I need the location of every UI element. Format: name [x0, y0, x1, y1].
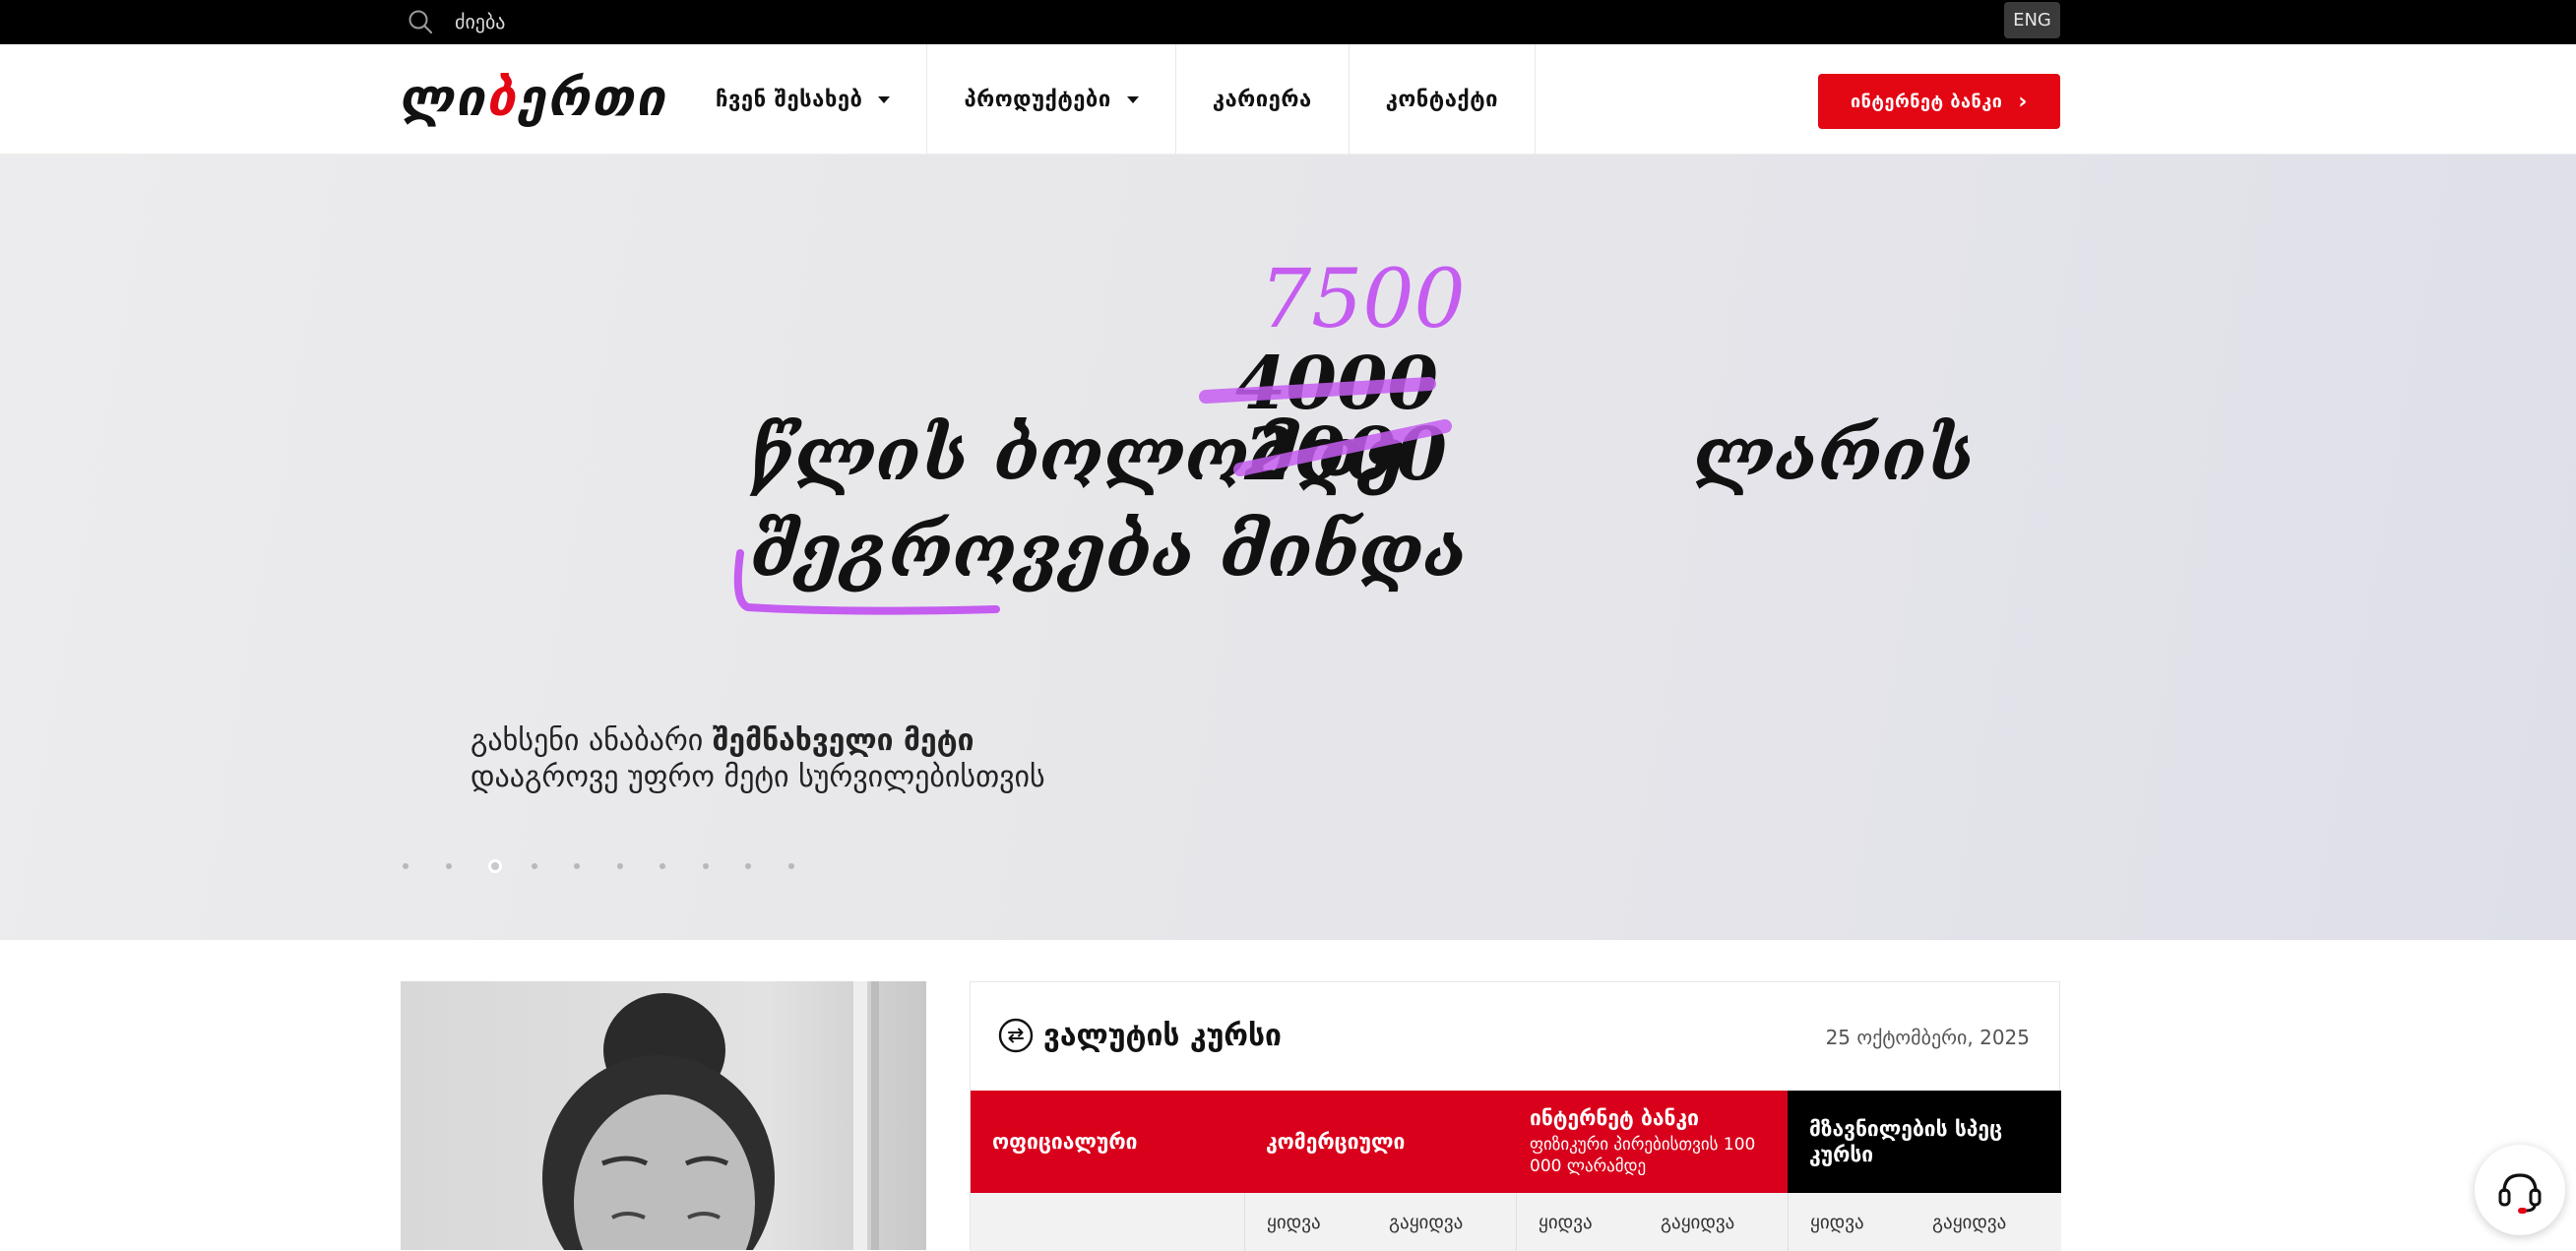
slider-dot[interactable]: [574, 859, 617, 873]
slider-dot[interactable]: [488, 859, 532, 873]
strike-stroke-2: [1233, 419, 1452, 476]
slider-dot-marker: [403, 863, 408, 869]
internet-bank-button[interactable]: ინტერნეტ ბანკი ›: [1818, 74, 2060, 129]
rates-col-title: ინტერნეტ ბანკი: [1530, 1106, 1699, 1130]
language-switch-button[interactable]: ENG: [2004, 2, 2060, 38]
person-photo-image: [401, 981, 926, 1250]
hero-subtitle-regular: გახსენი ანაბარი: [471, 723, 713, 758]
strike-stroke-1: [1199, 377, 1436, 404]
rates-col-title: მზავნილების სპეც კურსი: [1809, 1117, 2003, 1166]
slider-dot-marker: [616, 863, 623, 869]
slider-dot[interactable]: [787, 859, 832, 873]
rates-title: ვალუტის კურსი: [998, 1018, 1282, 1053]
rates-subheader-commercial: ყიდვა გაყიდვა: [1244, 1193, 1516, 1251]
nav-item-label: კარიერა: [1212, 87, 1312, 112]
chevron-down-icon: [878, 95, 891, 103]
exchange-icon: [998, 1018, 1034, 1053]
slider-dot-marker: [745, 863, 751, 869]
slider-dot[interactable]: [702, 859, 746, 873]
nav-item-label: კონტაქტი: [1385, 87, 1498, 112]
slider-pagination: [403, 859, 831, 873]
rates-col-title: კომერციული: [1266, 1130, 1406, 1154]
main-nav: ჩვენ შესახებ პროდუქტები კარიერა კონტაქტი: [679, 44, 1536, 155]
sell-label: გაყიდვა: [1932, 1211, 2007, 1233]
site-logo[interactable]: ლი ბ ერთი: [399, 69, 667, 128]
hero-highlight-strokes: [733, 377, 1452, 615]
hero-subtitle-line1: გახსენი ანაბარი შემნახველი მეტი: [471, 723, 974, 758]
logo-text-accent: ბ: [486, 69, 518, 128]
rates-col-official[interactable]: ოფიციალური: [971, 1091, 1244, 1193]
rates-col-subtitle: ფიზიკური პირებისთვის 100 000 ლარამდე: [1530, 1135, 1756, 1176]
nav-item-about[interactable]: ჩვენ შესახებ: [679, 44, 928, 155]
logo-text-end: ერთი: [517, 69, 667, 128]
hero-subtitle-bold: შემნახველი მეტი: [712, 723, 974, 758]
rates-table-header: ოფიციალური კომერციული ინტერნეტ ბანკი ფიზ…: [971, 1091, 2061, 1193]
nav-item-label: ჩვენ შესახებ: [716, 87, 863, 112]
chevron-right-icon: ›: [2018, 89, 2028, 114]
rates-subheader-empty: [971, 1193, 1244, 1251]
buy-label: ყიდვა: [1267, 1211, 1321, 1233]
rates-date: 25 ოქტომბერი, 2025: [1825, 1026, 2030, 1049]
headset-icon: [2498, 1173, 2542, 1214]
sell-label: გაყიდვა: [1389, 1211, 1464, 1233]
support-chat-button[interactable]: [2475, 1145, 2565, 1235]
slider-dot-marker: [488, 859, 502, 873]
rates-subheader-special: ყიდვა გაყიდვა: [1788, 1193, 2061, 1251]
rates-table-subheader: ყიდვა გაყიდვა ყიდვა გაყიდვა ყიდვა გაყიდვა: [971, 1193, 2061, 1251]
chevron-down-icon: [1126, 95, 1139, 103]
underline-stroke: [733, 549, 1000, 615]
exchange-rates-card: ვალუტის კურსი 25 ოქტომბერი, 2025 ოფიციალ…: [970, 981, 2061, 1251]
slider-dot[interactable]: [531, 859, 575, 873]
slider-dot[interactable]: [660, 859, 703, 873]
slider-dot[interactable]: [403, 859, 446, 873]
rates-subheader-internet-bank: ყიდვა გაყიდვა: [1516, 1193, 1788, 1251]
hero-banner[interactable]: 7500 4000 წლის ბოლომდე ლარის 2000 შეგროვ…: [0, 155, 2576, 940]
rates-col-special[interactable]: მზავნილების სპეც კურსი: [1788, 1091, 2061, 1193]
rates-col-commercial[interactable]: კომერციული: [1244, 1091, 1516, 1193]
nav-item-career[interactable]: კარიერა: [1176, 44, 1350, 155]
rates-title-text: ვალუტის კურსი: [1043, 1018, 1282, 1053]
buy-label: ყიდვა: [1539, 1211, 1593, 1233]
slider-dot-marker: [445, 863, 452, 869]
search-icon[interactable]: [407, 8, 434, 35]
rates-col-title: ოფიციალური: [992, 1130, 1138, 1154]
hero-subtitle-line2: დააგროვე უფრო მეტი სურვილებისთვის: [471, 760, 1045, 794]
slider-dot[interactable]: [616, 859, 660, 873]
promo-photo[interactable]: [401, 981, 926, 1250]
slider-dot-marker: [574, 863, 580, 869]
rates-col-internet-bank[interactable]: ინტერნეტ ბანკი ფიზიკური პირებისთვის 100 …: [1516, 1091, 1788, 1193]
nav-item-label: პროდუქტები: [964, 87, 1111, 112]
top-bar: ENG: [0, 0, 2576, 44]
slider-dot-marker: [702, 863, 709, 869]
internet-bank-label: ინტერნეტ ბანკი: [1851, 91, 2003, 112]
logo-text-start: ლი: [399, 69, 487, 128]
slider-dot[interactable]: [745, 859, 788, 873]
slider-dot-marker: [787, 863, 794, 869]
buy-label: ყიდვა: [1810, 1211, 1864, 1233]
sell-label: გაყიდვა: [1661, 1211, 1735, 1233]
nav-item-products[interactable]: პროდუქტები: [927, 44, 1176, 155]
search-input[interactable]: [455, 7, 848, 36]
slider-dot[interactable]: [445, 859, 489, 873]
nav-item-contact[interactable]: კონტაქტი: [1350, 44, 1536, 155]
main-header: ლი ბ ერთი ჩვენ შესახებ პროდუქტები კარიერა …: [0, 44, 2576, 155]
slider-dot-marker: [660, 863, 665, 869]
slider-dot-marker: [531, 863, 537, 869]
